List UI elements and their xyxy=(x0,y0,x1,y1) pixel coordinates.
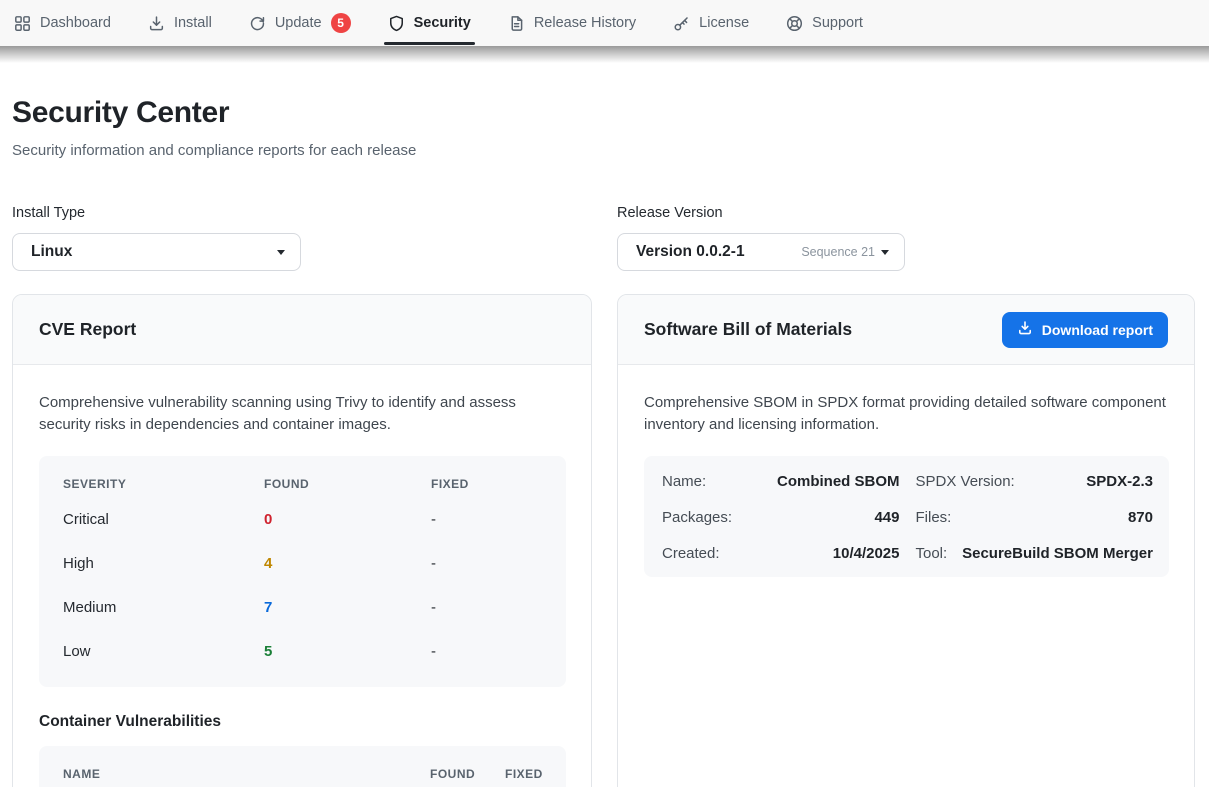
container-table-header: NAME FOUND FIXED xyxy=(39,746,566,787)
page-title: Security Center xyxy=(12,96,1195,130)
nav-tab-label: Release History xyxy=(534,15,636,31)
sbom-field-value: 449 xyxy=(874,509,899,526)
download-icon xyxy=(1017,320,1033,339)
release-history-icon xyxy=(508,15,525,32)
found-count: 4 xyxy=(264,555,431,572)
severity-name: Critical xyxy=(63,511,264,528)
fixed-count: - xyxy=(431,555,542,572)
sbom-card-title: Software Bill of Materials xyxy=(644,319,852,340)
nav-tab-install[interactable]: Install xyxy=(148,0,212,46)
page-subtitle: Security information and compliance repo… xyxy=(12,142,1195,159)
fixed-count: - xyxy=(431,643,542,660)
fixed-col-header: FIXED xyxy=(505,767,552,781)
install-type-label: Install Type xyxy=(12,205,592,221)
sbom-field-value: SecureBuild SBOM Merger xyxy=(962,545,1153,562)
nav-tab-label: Install xyxy=(174,15,212,31)
install-type-field: Install Type Linux xyxy=(12,205,592,271)
sbom-field-value: 870 xyxy=(1128,509,1153,526)
found-col-header: FOUND xyxy=(430,767,505,781)
name-col-header: NAME xyxy=(63,767,430,781)
sbom-info-table: Name: Combined SBOM SPDX Version: SPDX-2… xyxy=(644,456,1169,577)
severity-table-header: SEVERITY FOUND FIXED xyxy=(63,471,542,497)
cve-description: Comprehensive vulnerability scanning usi… xyxy=(39,392,566,435)
release-version-label: Release Version xyxy=(617,205,1195,221)
release-sequence-label: Sequence 21 xyxy=(801,245,875,259)
install-type-select[interactable]: Linux xyxy=(12,233,301,271)
sbom-field-label: Tool: xyxy=(916,545,948,562)
support-icon xyxy=(786,15,803,32)
nav-tab-label: Dashboard xyxy=(40,15,111,31)
top-nav: Dashboard Install Update 5 Security Rele… xyxy=(0,0,1209,46)
table-row: Medium 7 - xyxy=(63,585,542,629)
sbom-card-header: Software Bill of Materials Download repo… xyxy=(618,295,1194,365)
sbom-field-value: 10/4/2025 xyxy=(833,545,900,562)
found-count: 7 xyxy=(264,599,431,616)
install-icon xyxy=(148,15,165,32)
nav-tab-label: Security xyxy=(414,15,471,31)
security-icon xyxy=(388,15,405,32)
sbom-field-label: Name: xyxy=(662,473,706,490)
cards-row: CVE Report Comprehensive vulnerability s… xyxy=(12,294,1195,787)
sbom-card-body: Comprehensive SBOM in SPDX format provid… xyxy=(618,365,1194,577)
nav-tab-update[interactable]: Update 5 xyxy=(249,0,351,46)
nav-tab-license[interactable]: License xyxy=(673,0,749,46)
severity-name: High xyxy=(63,555,264,572)
sbom-field-label: Packages: xyxy=(662,509,732,526)
chevron-down-icon xyxy=(881,250,889,255)
table-row: Created: 10/4/2025 Tool: SecureBuild SBO… xyxy=(662,535,1153,571)
sbom-description: Comprehensive SBOM in SPDX format provid… xyxy=(644,392,1169,435)
header-shadow xyxy=(0,46,1209,63)
download-report-button[interactable]: Download report xyxy=(1002,312,1168,348)
update-icon xyxy=(249,15,266,32)
dashboard-icon xyxy=(14,15,31,32)
sbom-field-label: SPDX Version: xyxy=(916,473,1015,490)
sbom-field-value: Combined SBOM xyxy=(777,473,900,490)
nav-tab-label: Support xyxy=(812,15,863,31)
cve-card-title: CVE Report xyxy=(39,319,136,340)
sbom-field-label: Created: xyxy=(662,545,720,562)
sbom-field-value: SPDX-2.3 xyxy=(1086,473,1153,490)
release-version-select[interactable]: Version 0.0.2-1 Sequence 21 xyxy=(617,233,905,271)
found-col-header: FOUND xyxy=(264,477,431,491)
fixed-count: - xyxy=(431,599,542,616)
cve-report-card: CVE Report Comprehensive vulnerability s… xyxy=(12,294,592,787)
release-version-field: Release Version Version 0.0.2-1 Sequence… xyxy=(617,205,1195,271)
table-row: High 4 - xyxy=(63,541,542,585)
fixed-count: - xyxy=(431,511,542,528)
found-count: 5 xyxy=(264,643,431,660)
cve-card-header: CVE Report xyxy=(13,295,591,365)
severity-col-header: SEVERITY xyxy=(63,477,264,491)
table-row: Critical 0 - xyxy=(63,497,542,541)
update-count-badge: 5 xyxy=(331,13,351,33)
chevron-down-icon xyxy=(277,250,285,255)
severity-name: Low xyxy=(63,643,264,660)
nav-tab-security[interactable]: Security xyxy=(388,0,471,46)
fixed-col-header: FIXED xyxy=(431,477,542,491)
release-version-value: Version 0.0.2-1 xyxy=(636,243,745,261)
license-icon xyxy=(673,15,690,32)
filters-row: Install Type Linux Release Version Versi… xyxy=(12,205,1195,271)
table-row: Packages: 449 Files: 870 xyxy=(662,499,1153,535)
main-content: Security Center Security information and… xyxy=(0,96,1209,787)
nav-tab-label: License xyxy=(699,15,749,31)
found-count: 0 xyxy=(264,511,431,528)
sbom-card: Software Bill of Materials Download repo… xyxy=(617,294,1195,787)
download-report-label: Download report xyxy=(1042,322,1153,338)
install-type-value: Linux xyxy=(31,243,72,261)
cve-card-body: Comprehensive vulnerability scanning usi… xyxy=(13,365,591,787)
nav-tab-dashboard[interactable]: Dashboard xyxy=(14,0,111,46)
severity-table: SEVERITY FOUND FIXED Critical 0 - High 4… xyxy=(39,456,566,687)
table-row: Low 5 - xyxy=(63,629,542,673)
sbom-field-label: Files: xyxy=(916,509,952,526)
nav-tab-release-history[interactable]: Release History xyxy=(508,0,636,46)
container-vulnerabilities-title: Container Vulnerabilities xyxy=(39,713,566,731)
severity-name: Medium xyxy=(63,599,264,616)
table-row: Name: Combined SBOM SPDX Version: SPDX-2… xyxy=(662,463,1153,499)
nav-tab-support[interactable]: Support xyxy=(786,0,863,46)
nav-tab-label: Update xyxy=(275,15,322,31)
